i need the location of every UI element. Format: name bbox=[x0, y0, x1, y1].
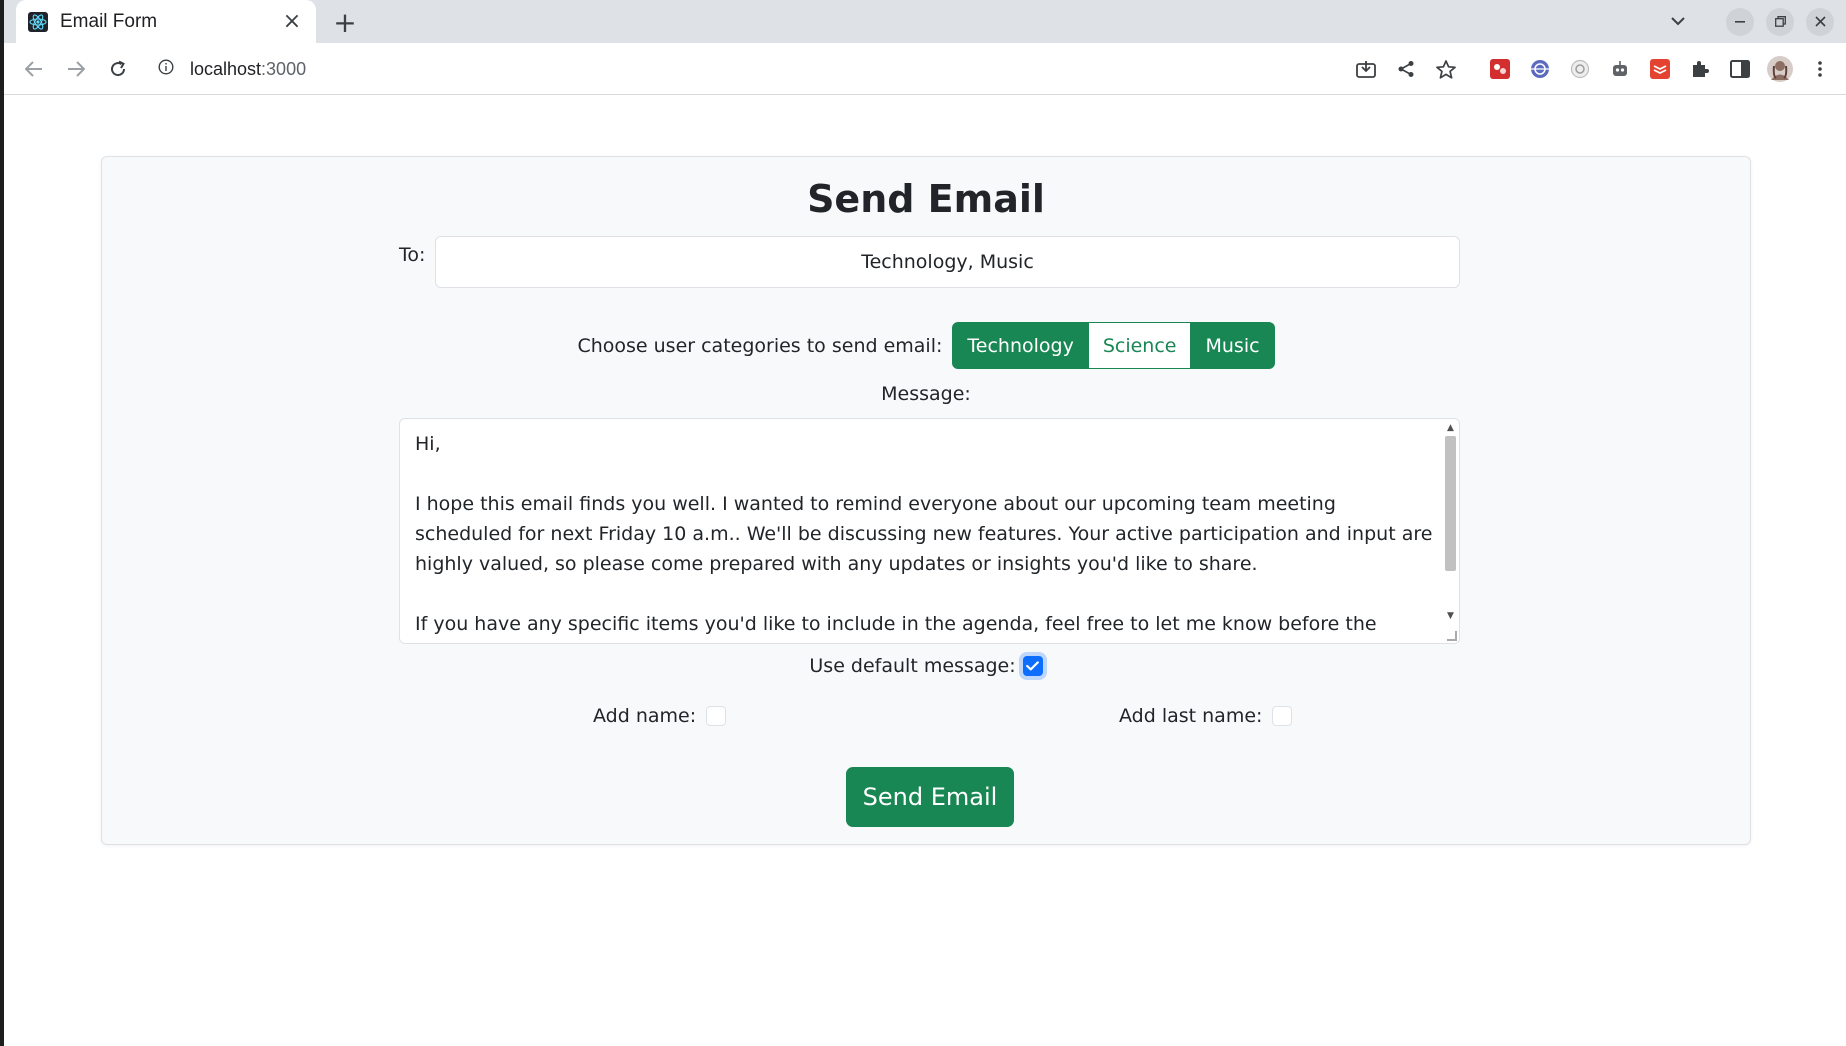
react-logo-icon bbox=[28, 11, 48, 32]
scrollbar-thumb[interactable] bbox=[1445, 436, 1456, 571]
side-panel-icon[interactable] bbox=[1720, 49, 1760, 89]
extension-robot-icon[interactable] bbox=[1600, 49, 1640, 89]
category-science-button[interactable]: Science bbox=[1087, 322, 1192, 369]
bookmark-star-icon[interactable] bbox=[1426, 49, 1466, 89]
site-info-icon[interactable] bbox=[158, 59, 174, 79]
tab-title: Email Form bbox=[60, 10, 158, 32]
to-label: To: bbox=[399, 244, 426, 266]
tab-search-chevron-icon[interactable] bbox=[1664, 8, 1692, 36]
email-form-card: Send Email To: Choose user categories to… bbox=[101, 156, 1751, 845]
new-tab-button[interactable]: + bbox=[330, 6, 360, 39]
forward-arrow-icon[interactable] bbox=[56, 49, 96, 89]
profile-avatar[interactable] bbox=[1760, 49, 1800, 89]
categories-label: Choose user categories to send email: bbox=[577, 334, 943, 357]
extension-red-badge-icon[interactable] bbox=[1480, 49, 1520, 89]
close-window-icon[interactable] bbox=[1806, 7, 1834, 36]
browser-window: Email Form × + localhost:3000 Send Emai… bbox=[4, 0, 1846, 1046]
install-app-icon[interactable] bbox=[1346, 49, 1386, 89]
checkmark-icon bbox=[1026, 661, 1040, 671]
resize-grip-icon[interactable] bbox=[1447, 631, 1457, 641]
scroll-up-arrow-icon[interactable]: ▲ bbox=[1445, 421, 1456, 435]
tab-email-form[interactable]: Email Form × bbox=[16, 0, 316, 43]
add-name-row: Add name: bbox=[593, 705, 727, 727]
message-label: Message: bbox=[881, 383, 971, 405]
address-bar[interactable]: localhost:3000 bbox=[144, 50, 1474, 88]
use-default-row: Use default message: bbox=[102, 655, 1750, 677]
browser-toolbar: localhost:3000 bbox=[4, 43, 1846, 95]
page-content: Send Email To: Choose user categories to… bbox=[4, 96, 1846, 1046]
to-row: To: bbox=[399, 236, 1460, 288]
restore-icon[interactable] bbox=[1766, 7, 1794, 36]
add-name-checkbox[interactable] bbox=[706, 706, 727, 726]
message-textarea[interactable]: Hi, I hope this email finds you well. I … bbox=[399, 418, 1460, 644]
url-host: localhost bbox=[190, 58, 262, 79]
extension-globe-icon[interactable] bbox=[1520, 49, 1560, 89]
extension-todoist-icon[interactable] bbox=[1640, 49, 1680, 89]
add-last-name-checkbox[interactable] bbox=[1272, 706, 1293, 726]
menu-kebab-icon[interactable] bbox=[1800, 49, 1840, 89]
extensions-puzzle-icon[interactable] bbox=[1680, 49, 1720, 89]
minimize-icon[interactable] bbox=[1726, 7, 1754, 36]
add-name-label: Add name: bbox=[593, 705, 697, 727]
toolbar-actions bbox=[1346, 43, 1846, 95]
extension-dial-icon[interactable] bbox=[1560, 49, 1600, 89]
back-arrow-icon[interactable] bbox=[14, 49, 54, 89]
scroll-down-arrow-icon[interactable]: ▼ bbox=[1445, 609, 1456, 623]
use-default-label: Use default message: bbox=[809, 655, 1016, 677]
add-last-name-label: Add last name: bbox=[1119, 705, 1263, 727]
category-button-group: Technology Science Music bbox=[952, 322, 1275, 369]
message-scrollbar[interactable]: ▲ ▼ bbox=[1442, 419, 1459, 643]
category-music-button[interactable]: Music bbox=[1190, 322, 1275, 369]
reload-icon[interactable] bbox=[98, 49, 138, 89]
send-email-button[interactable]: Send Email bbox=[846, 767, 1014, 827]
tab-close-icon[interactable]: × bbox=[280, 9, 304, 34]
page-title: Send Email bbox=[807, 177, 1045, 221]
use-default-checkbox[interactable] bbox=[1022, 656, 1043, 676]
url-port: :3000 bbox=[261, 58, 307, 79]
tab-strip: Email Form × + bbox=[4, 0, 1846, 43]
share-icon[interactable] bbox=[1386, 49, 1426, 89]
to-input[interactable] bbox=[435, 236, 1460, 288]
message-text: Hi, I hope this email finds you well. I … bbox=[415, 433, 1433, 635]
window-controls bbox=[1664, 0, 1846, 43]
add-last-name-row: Add last name: bbox=[1119, 705, 1293, 727]
category-technology-button[interactable]: Technology bbox=[952, 322, 1089, 369]
categories-row: Choose user categories to send email: Te… bbox=[102, 322, 1750, 369]
